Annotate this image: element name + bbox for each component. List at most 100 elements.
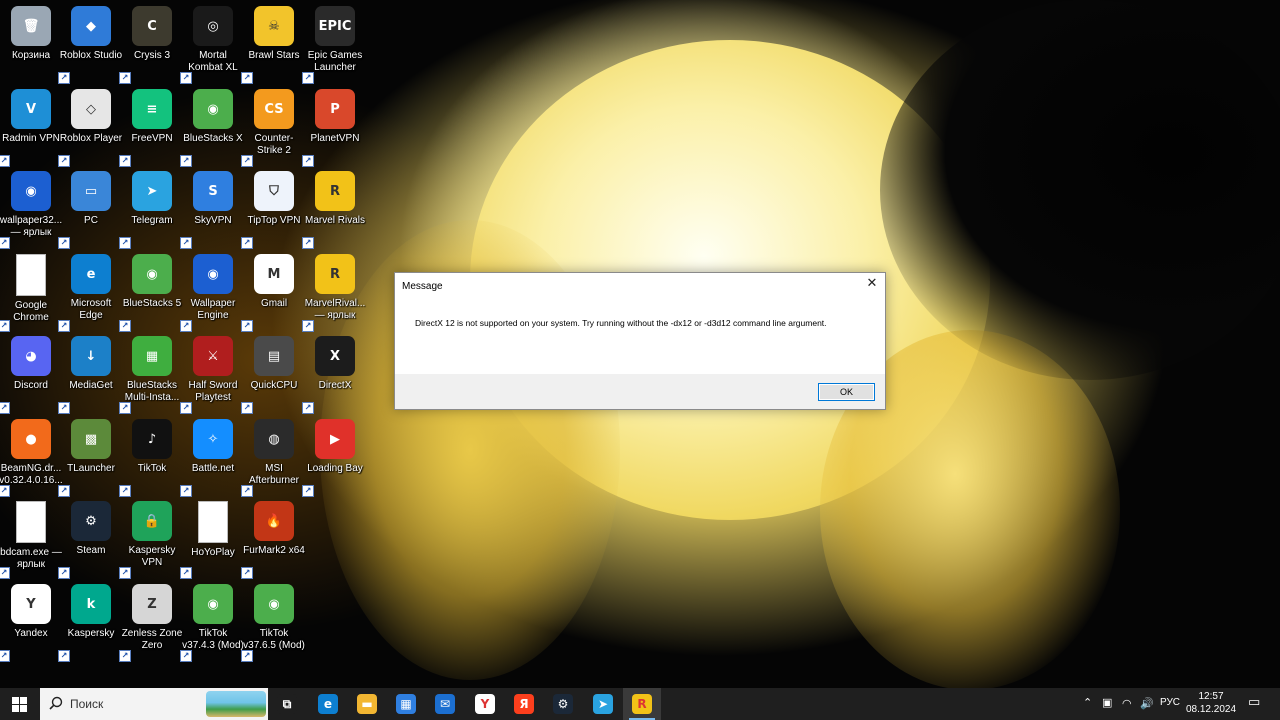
taskbar-app-button[interactable]: ⧉ (268, 688, 306, 720)
shortcut-arrow-icon: ↗ (180, 650, 192, 662)
desktop-icon[interactable]: ↓ ↗ MediaGet (58, 332, 122, 414)
desktop-icon[interactable]: M ↗ Gmail (241, 250, 305, 332)
file-icon (198, 501, 228, 543)
desktop-icon[interactable]: P ↗ PlanetVPN (302, 85, 366, 167)
desktop-icon[interactable]: ◕ ↗ Discord (0, 332, 62, 414)
desktop-icon[interactable]: ◎ ↗ Mortal Kombat XL (180, 2, 244, 84)
tlauncher-icon: ▩ (71, 419, 111, 459)
desktop-icon[interactable]: ⚔ ↗ Half Sword Playtest (180, 332, 244, 414)
desktop-icon[interactable]: ◉ ↗ BlueStacks 5 (119, 250, 183, 332)
taskbar-search[interactable]: Поиск (40, 688, 268, 720)
taskbar-app-button[interactable]: ✉ (426, 688, 464, 720)
taskbar-app-button[interactable]: ⚙ (544, 688, 582, 720)
shortcut-arrow-icon: ↗ (302, 237, 314, 249)
desktop-icon[interactable]: 🔒 ↗ Kaspersky VPN (119, 497, 183, 579)
desktop-icon-label: Battle.net (191, 463, 235, 474)
notifications-icon[interactable]: ▭ (1248, 695, 1260, 710)
desktop-icon[interactable]: ↗ bdcam.exe — ярлык (0, 497, 62, 579)
shortcut-arrow-icon: ↗ (119, 155, 131, 167)
desktop-icon[interactable]: ◉ ↗ BlueStacks X (180, 85, 244, 167)
bluestacks-app-icon: ◉ (254, 584, 294, 624)
desktop-icon[interactable]: V ↗ Radmin VPN (0, 85, 62, 167)
desktop-icon-label: MSI Afterburner (248, 463, 300, 486)
desktop-icon[interactable]: ◉ ↗ wallpaper32... — ярлык (0, 167, 62, 249)
taskbar-app-button[interactable]: R (623, 688, 661, 720)
taskbar-app-button[interactable]: ➤ (584, 688, 622, 720)
tray-app-icon[interactable]: ▣ (1102, 696, 1112, 709)
shortcut-arrow-icon: ↗ (302, 402, 314, 414)
desktop-icon[interactable]: ♪ ↗ TikTok (119, 415, 183, 497)
desktop-icon-label: TikTok v37.4.3 (Mod) arm8... (182, 628, 244, 651)
taskbar-app-button[interactable]: Я (505, 688, 543, 720)
taskbar-app-button[interactable]: Y (466, 688, 504, 720)
shortcut-arrow-icon: ↗ (241, 650, 253, 662)
taskbar-app-button[interactable]: ▬ (348, 688, 386, 720)
tiptop-vpn-icon: ⛉ (254, 171, 294, 211)
desktop-icon[interactable]: S ↗ SkyVPN (180, 167, 244, 249)
edge-icon: e (71, 254, 111, 294)
wifi-icon[interactable]: ◠ (1122, 697, 1132, 710)
shortcut-arrow-icon: ↗ (180, 320, 192, 332)
desktop-icon[interactable]: 🗑 Корзина (0, 2, 62, 82)
desktop-icon-label: Discord (14, 380, 48, 391)
task-view-icon: ⧉ (277, 694, 297, 714)
desktop-icon[interactable]: ➤ ↗ Telegram (119, 167, 183, 249)
search-icon (49, 696, 63, 710)
desktop-icon[interactable]: ◆ ↗ Roblox Studio (58, 2, 122, 84)
skyvpn-icon: S (193, 171, 233, 211)
file-explorer-icon: ▬ (357, 694, 377, 714)
telegram-icon: ➤ (593, 694, 613, 714)
desktop-icon[interactable]: ↗ Google Chrome (0, 250, 62, 332)
desktop-icon[interactable]: ◇ ↗ Roblox Player (58, 85, 122, 167)
desktop-icon[interactable]: ≡ ↗ FreeVPN (119, 85, 183, 167)
shortcut-arrow-icon: ↗ (119, 237, 131, 249)
shortcut-arrow-icon: ↗ (180, 155, 192, 167)
volume-icon[interactable]: 🔊 (1140, 697, 1154, 710)
desktop-icon[interactable]: X ↗ DirectX (302, 332, 366, 414)
desktop-icon[interactable]: ▶ ↗ Loading Bay (302, 415, 366, 497)
desktop-icon[interactable]: ✧ ↗ Battle.net (180, 415, 244, 497)
desktop-icon[interactable]: ▭ ↗ PC (58, 167, 122, 249)
desktop-icon[interactable]: ◉ ↗TikTok v37.6.5 (Mod) arm8... (241, 580, 305, 662)
search-placeholder: Поиск (70, 697, 104, 711)
desktop-icon-label: Steam (76, 545, 106, 556)
desktop-icon-label: Gmail (260, 298, 288, 309)
clock[interactable]: 12:57 08.12.2024 (1184, 690, 1238, 716)
desktop-icon[interactable]: C ↗ Crysis 3 (119, 2, 183, 84)
desktop-icon[interactable]: ⛉ ↗ TipTop VPN (241, 167, 305, 249)
desktop-icon[interactable]: R ↗ Marvel Rivals (302, 167, 366, 249)
desktop-icon[interactable]: ☠ ↗ Brawl Stars (241, 2, 305, 84)
taskbar-app-button[interactable]: ▦ (387, 688, 425, 720)
desktop-icon-label: Wallpaper Engine (190, 298, 236, 321)
desktop-icon[interactable]: k ↗ Kaspersky (58, 580, 122, 662)
language-indicator[interactable]: РУС (1160, 697, 1180, 708)
desktop-icon[interactable]: 🔥 ↗ FurMark2 x64 (241, 497, 305, 579)
bluestacks-x-icon: ◉ (193, 89, 233, 129)
taskbar-app-button[interactable]: e (309, 688, 347, 720)
desktop-icon[interactable]: ◉ ↗TikTok v37.4.3 (Mod) arm8... (180, 580, 244, 662)
desktop-icon[interactable]: ▦ ↗ BlueStacks Multi-Insta... (119, 332, 183, 414)
ok-button[interactable]: OK (818, 383, 875, 401)
shortcut-arrow-icon: ↗ (58, 650, 70, 662)
desktop-icon[interactable]: ▩ ↗ TLauncher (58, 415, 122, 497)
shortcut-arrow-icon: ↗ (302, 485, 314, 497)
desktop-icon[interactable]: ⚙ ↗ Steam (58, 497, 122, 579)
desktop-icon[interactable]: EPIC ↗ Epic Games Launcher (302, 2, 366, 84)
shortcut-arrow-icon: ↗ (241, 155, 253, 167)
close-icon[interactable]: ✕ (865, 277, 879, 291)
desktop-icon[interactable]: Z ↗ Zenless Zone Zero (119, 580, 183, 662)
start-button[interactable] (0, 688, 38, 720)
desktop-icon[interactable]: ↗ HoYoPlay (180, 497, 244, 579)
mortal-kombat-icon: ◎ (193, 6, 233, 46)
desktop-icon[interactable]: R ↗ MarvelRival... — ярлык (302, 250, 366, 332)
desktop-icon[interactable]: Y ↗ Yandex (0, 580, 62, 662)
desktop-icon[interactable]: ◉ ↗ Wallpaper Engine (180, 250, 244, 332)
desktop-icon[interactable]: ▤ ↗ QuickCPU (241, 332, 305, 414)
roblox-studio-icon: ◆ (71, 6, 111, 46)
desktop-icon[interactable]: ● ↗ BeamNG.dr... v0.32.4.0.16... (0, 415, 63, 497)
desktop-icon[interactable]: ◍ ↗ MSI Afterburner (241, 415, 305, 497)
desktop-icon[interactable]: CS ↗ Counter-Strike 2 (241, 85, 305, 167)
chevron-up-icon[interactable]: ⌃ (1083, 696, 1092, 709)
desktop-icon[interactable]: e ↗ Microsoft Edge (58, 250, 122, 332)
shortcut-arrow-icon: ↗ (58, 237, 70, 249)
